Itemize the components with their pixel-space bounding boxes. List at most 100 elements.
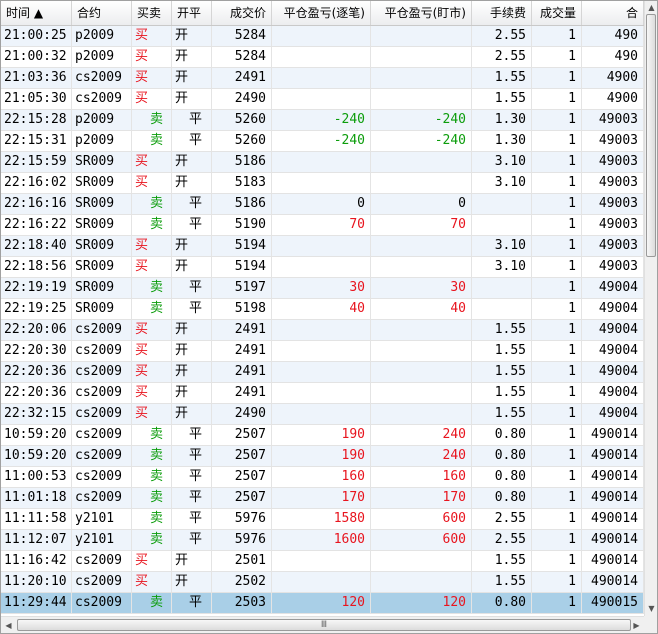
cell-oc: 开 [172, 572, 212, 592]
cell-pnl_trade: 1580 [272, 509, 371, 529]
cell-pnl_trade: 190 [272, 425, 371, 445]
table-row[interactable]: 22:20:36 cs2009 买开 2491 1.55 1 49004 [1, 362, 644, 383]
table-row[interactable]: 11:11:58 y2101 卖平 5976 1580 600 2.55 1 490014 [1, 509, 644, 530]
cell-qty: 1 [532, 26, 582, 46]
cell-fee: 1.30 [472, 110, 532, 130]
table-row[interactable]: 22:18:56 SR009 买开 5194 3.10 1 49003 [1, 257, 644, 278]
cell-qty: 1 [532, 593, 582, 613]
cell-pnl_mkt: 600 [371, 530, 472, 550]
cell-pnl_trade [272, 236, 371, 256]
table-row[interactable]: 11:01:18 cs2009 卖平 2507 170 170 0.80 1 490014 [1, 488, 644, 509]
cell-contract: cs2009 [72, 68, 132, 88]
horizontal-scroll-thumb[interactable]: Ⅲ [17, 619, 631, 631]
cell-other: 490014 [582, 551, 644, 571]
cell-time: 22:16:16 [1, 194, 72, 214]
table-row[interactable]: 22:16:22 SR009 卖平 5190 70 70 1 49003 [1, 215, 644, 236]
cell-time: 10:59:20 [1, 425, 72, 445]
vertical-scrollbar[interactable]: ▲ ▼ [644, 1, 657, 616]
cell-side: 买 [132, 320, 172, 340]
column-header-price[interactable]: 成交价 [212, 1, 272, 25]
cell-price: 2490 [212, 89, 272, 109]
cell-pnl_mkt [371, 236, 472, 256]
cell-oc: 平 [172, 425, 212, 445]
column-header-fee[interactable]: 手续费 [472, 1, 532, 25]
cell-pnl_mkt: 240 [371, 446, 472, 466]
cell-oc: 开 [172, 320, 212, 340]
column-header-pnl_mkt[interactable]: 平仓盈亏(盯市) [371, 1, 472, 25]
cell-contract: SR009 [72, 236, 132, 256]
cell-time: 22:20:36 [1, 383, 72, 403]
cell-price: 5186 [212, 152, 272, 172]
scroll-left-icon[interactable]: ◀ [2, 619, 15, 632]
cell-price: 2507 [212, 446, 272, 466]
cell-qty: 1 [532, 320, 582, 340]
cell-contract: SR009 [72, 278, 132, 298]
column-header-other[interactable]: 合 [582, 1, 644, 25]
trade-record-table: 时间 ▲ 合约 买卖 开平 成交价 平仓盈亏(逐笔) 平仓盈亏(盯市) 手续费 成交量合 21:… [0, 0, 658, 634]
table-row[interactable]: 21:03:36 cs2009 买开 2491 1.55 1 4900 [1, 68, 644, 89]
cell-pnl_mkt: 240 [371, 425, 472, 445]
cell-contract: SR009 [72, 173, 132, 193]
table-row[interactable]: 22:19:19 SR009 卖平 5197 30 30 1 49004 [1, 278, 644, 299]
column-header-pnl_trade[interactable]: 平仓盈亏(逐笔) [272, 1, 371, 25]
vertical-scroll-thumb[interactable] [646, 14, 656, 257]
cell-pnl_mkt [371, 320, 472, 340]
cell-qty: 1 [532, 509, 582, 529]
cell-pnl_trade [272, 320, 371, 340]
cell-other: 4900 [582, 68, 644, 88]
cell-pnl_mkt [371, 26, 472, 46]
table-row[interactable]: 10:59:20 cs2009 卖平 2507 190 240 0.80 1 490014 [1, 425, 644, 446]
table-row[interactable]: 11:29:44 cs2009 卖平 2503 120 120 0.80 1 490015 [1, 593, 644, 614]
table-header: 时间 ▲ 合约 买卖 开平 成交价 平仓盈亏(逐笔) 平仓盈亏(盯市) 手续费 成交量合 [1, 1, 644, 26]
column-header-contract[interactable]: 合约 [72, 1, 132, 25]
cell-pnl_mkt: -240 [371, 110, 472, 130]
table-row[interactable]: 22:15:28 p2009 卖平 5260 -240 -240 1.30 1 49003 [1, 110, 644, 131]
cell-pnl_trade: 120 [272, 593, 371, 613]
cell-pnl_mkt [371, 551, 472, 571]
table-row[interactable]: 11:00:53 cs2009 卖平 2507 160 160 0.80 1 490014 [1, 467, 644, 488]
cell-time: 10:59:20 [1, 446, 72, 466]
column-header-time[interactable]: 时间 ▲ [1, 1, 72, 25]
cell-pnl_mkt: 600 [371, 509, 472, 529]
table-row[interactable]: 21:00:32 p2009 买开 5284 2.55 1 490 [1, 47, 644, 68]
cell-fee: 3.10 [472, 257, 532, 277]
table-row[interactable]: 22:15:59 SR009 买开 5186 3.10 1 49003 [1, 152, 644, 173]
cell-fee [472, 194, 532, 214]
table-row[interactable]: 21:05:30 cs2009 买开 2490 1.55 1 4900 [1, 89, 644, 110]
table-row[interactable]: 22:16:16 SR009 卖平 5186 0 0 1 49003 [1, 194, 644, 215]
cell-contract: SR009 [72, 299, 132, 319]
table-row[interactable]: 22:32:15 cs2009 买开 2490 1.55 1 49004 [1, 404, 644, 425]
table-row[interactable]: 22:16:02 SR009 买开 5183 3.10 1 49003 [1, 173, 644, 194]
cell-pnl_trade [272, 26, 371, 46]
cell-fee: 1.55 [472, 89, 532, 109]
table-row[interactable]: 10:59:20 cs2009 卖平 2507 190 240 0.80 1 490014 [1, 446, 644, 467]
table-row[interactable]: 22:20:30 cs2009 买开 2491 1.55 1 49004 [1, 341, 644, 362]
table-row[interactable]: 22:19:25 SR009 卖平 5198 40 40 1 49004 [1, 299, 644, 320]
cell-price: 5197 [212, 278, 272, 298]
cell-fee: 0.80 [472, 488, 532, 508]
table-row[interactable]: 11:12:07 y2101 卖平 5976 1600 600 2.55 1 490014 [1, 530, 644, 551]
column-header-side[interactable]: 买卖 [132, 1, 172, 25]
table-row[interactable]: 11:16:42 cs2009 买开 2501 1.55 1 490014 [1, 551, 644, 572]
cell-time: 11:00:53 [1, 467, 72, 487]
table-row[interactable]: 22:20:36 cs2009 买开 2491 1.55 1 49004 [1, 383, 644, 404]
scroll-down-icon[interactable]: ▼ [645, 602, 657, 615]
column-header-qty[interactable]: 成交量 [532, 1, 582, 25]
cell-pnl_mkt [371, 257, 472, 277]
scroll-corner [644, 616, 657, 633]
table-row[interactable]: 21:00:25 p2009 买开 5284 2.55 1 490 [1, 26, 644, 47]
cell-pnl_trade: -240 [272, 131, 371, 151]
table-row[interactable]: 22:15:31 p2009 卖平 5260 -240 -240 1.30 1 49003 [1, 131, 644, 152]
scroll-up-icon[interactable]: ▲ [645, 1, 657, 14]
cell-pnl_mkt [371, 173, 472, 193]
table-row[interactable]: 22:18:40 SR009 买开 5194 3.10 1 49003 [1, 236, 644, 257]
table-row[interactable]: 11:20:10 cs2009 买开 2502 1.55 1 490014 [1, 572, 644, 593]
cell-time: 22:16:22 [1, 215, 72, 235]
cell-price: 2491 [212, 68, 272, 88]
horizontal-scrollbar[interactable]: ◀ Ⅲ ▶ [1, 616, 644, 633]
column-header-oc[interactable]: 开平 [172, 1, 212, 25]
cell-side: 卖 [132, 215, 172, 235]
cell-oc: 平 [172, 194, 212, 214]
scroll-right-icon[interactable]: ▶ [630, 619, 643, 632]
table-row[interactable]: 22:20:06 cs2009 买开 2491 1.55 1 49004 [1, 320, 644, 341]
